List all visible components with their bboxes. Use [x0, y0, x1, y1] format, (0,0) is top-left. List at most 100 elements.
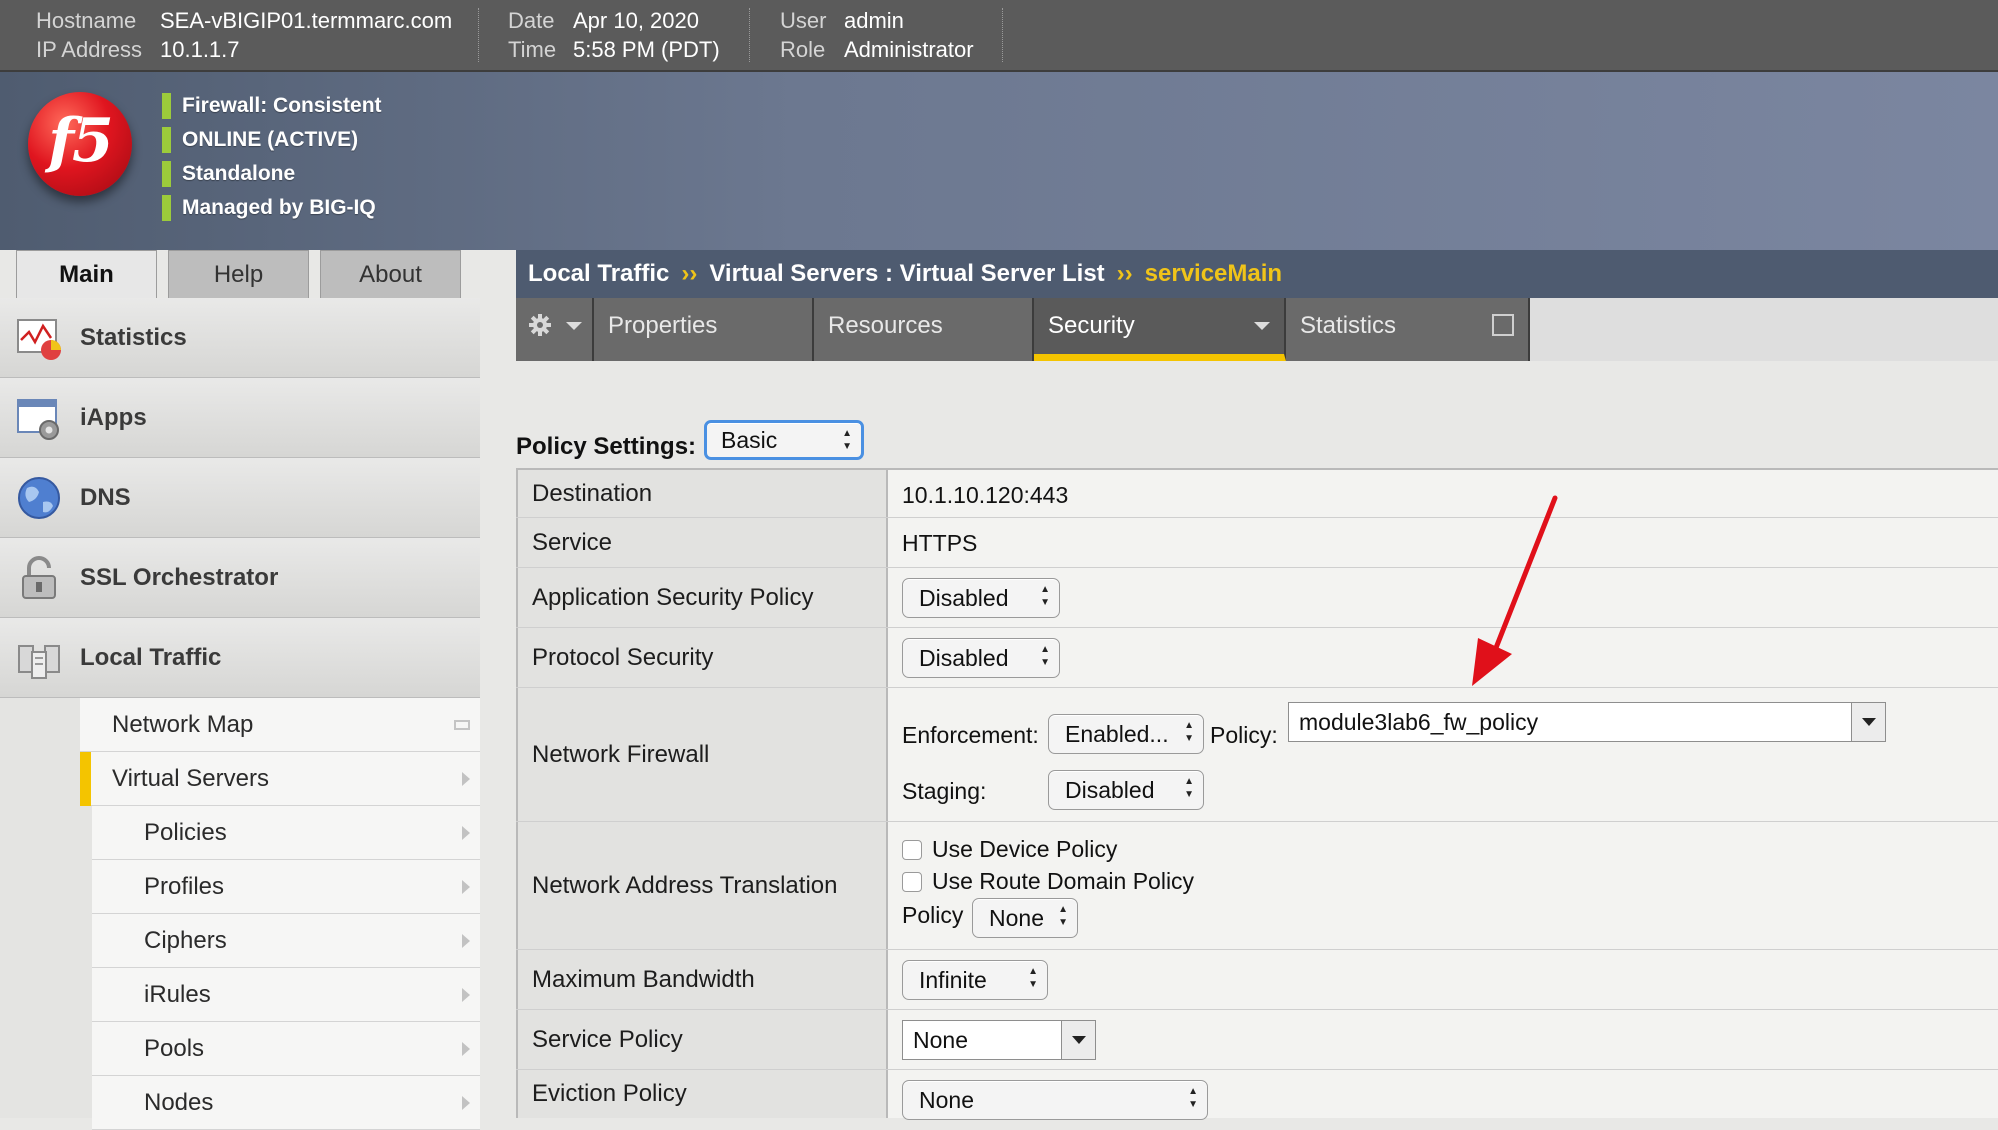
- security-settings-table: Destination 10.1.10.120:443 Service HTTP…: [516, 468, 1998, 1120]
- breadcrumb-local-traffic[interactable]: Local Traffic: [528, 260, 669, 287]
- use-device-policy-checkbox[interactable]: [902, 840, 922, 860]
- service-policy-combobox[interactable]: None: [902, 1020, 1096, 1060]
- role-label: Role: [780, 37, 826, 62]
- use-route-domain-policy-option[interactable]: Use Route Domain Policy: [902, 866, 1194, 896]
- eviction-policy-select[interactable]: None: [902, 1080, 1208, 1120]
- firewall-policy-combobox[interactable]: module3lab6_fw_policy: [1288, 702, 1886, 742]
- row-value-cell: None: [888, 1010, 1998, 1069]
- tab-statistics[interactable]: Statistics: [1286, 298, 1530, 361]
- ip-value: 10.1.1.7: [160, 37, 240, 62]
- maximum-bandwidth-select[interactable]: Infinite: [902, 960, 1048, 1000]
- protocol-security-select[interactable]: Disabled: [902, 638, 1060, 678]
- sidebar-item-irules[interactable]: iRules: [92, 968, 480, 1022]
- sidebar-item-label: Profiles: [144, 873, 225, 900]
- sidebar-item-label: Virtual Servers: [112, 765, 269, 792]
- table-row: Network Firewall Enforcement: Enabled...…: [516, 688, 1998, 822]
- policy-settings-select[interactable]: Basic: [704, 420, 864, 460]
- application-security-policy-select[interactable]: Disabled: [902, 578, 1060, 618]
- chevron-right-icon: [462, 934, 470, 948]
- row-label: Destination: [516, 470, 888, 517]
- breadcrumb-separator: ››: [1116, 260, 1133, 287]
- sidebar-section-ssl-orchestrator[interactable]: SSL Orchestrator: [0, 538, 480, 618]
- tab-help[interactable]: Help: [168, 250, 309, 298]
- sidebar-item-profiles[interactable]: Profiles: [92, 860, 480, 914]
- sidebar-item-label: Policies: [144, 819, 227, 846]
- sidebar-item-policies[interactable]: Policies: [92, 806, 480, 860]
- table-row: Application Security Policy Disabled: [516, 568, 1998, 628]
- gear-menu-button[interactable]: [516, 298, 594, 361]
- tab-security[interactable]: Security: [1034, 298, 1286, 361]
- tab-about[interactable]: About: [320, 250, 461, 298]
- sidebar-item-network-map[interactable]: Network Map: [80, 698, 480, 752]
- status-firewall: Firewall: Consistent: [162, 92, 382, 120]
- sidebar-section-iapps[interactable]: iApps: [0, 378, 480, 458]
- sidebar-item-pools[interactable]: Pools: [92, 1022, 480, 1076]
- status-online: ONLINE (ACTIVE): [162, 126, 358, 154]
- row-label: Network Firewall: [516, 688, 888, 821]
- row-label: Service: [516, 518, 888, 567]
- sidebar-section-local-traffic[interactable]: Local Traffic: [0, 618, 480, 698]
- local-traffic-icon: [18, 645, 60, 679]
- dropdown-arrow-icon[interactable]: [1061, 1021, 1095, 1059]
- service-policy-value: None: [913, 1027, 968, 1053]
- row-label: Network Address Translation: [516, 822, 888, 949]
- row-label: Maximum Bandwidth: [516, 950, 888, 1009]
- table-row: Eviction Policy None: [516, 1070, 1998, 1120]
- tab-label: Statistics: [1300, 312, 1397, 339]
- use-route-domain-policy-checkbox[interactable]: [902, 872, 922, 892]
- row-value-cell: HTTPS: [888, 518, 1998, 567]
- sidebar-item-label: iRules: [144, 981, 211, 1008]
- user-label: User: [780, 8, 827, 33]
- dns-globe-icon: [18, 477, 60, 519]
- f5-logo[interactable]: f5: [28, 92, 132, 196]
- service-value: HTTPS: [902, 530, 978, 556]
- destination-value: 10.1.10.120:443: [902, 482, 1069, 508]
- sidebar-item-label: Network Map: [112, 711, 254, 738]
- sidebar-section-label: Local Traffic: [80, 644, 222, 671]
- sidebar-section-statistics[interactable]: Statistics: [0, 298, 480, 378]
- tab-label: Security: [1048, 312, 1135, 339]
- firewall-policy-value: module3lab6_fw_policy: [1299, 709, 1539, 735]
- hostname-label: Hostname: [36, 8, 137, 33]
- row-value-cell: Infinite: [888, 950, 1998, 1009]
- row-value-cell: Use Device Policy Use Route Domain Polic…: [888, 822, 1998, 949]
- sidebar-item-virtual-servers[interactable]: Virtual Servers: [80, 752, 480, 806]
- chevron-right-icon: [462, 772, 470, 786]
- status-standalone: Standalone: [162, 160, 295, 188]
- tab-resources[interactable]: Resources: [814, 298, 1034, 361]
- row-value-cell: Enforcement: Enabled... Policy: module3l…: [888, 688, 1998, 821]
- nat-policy-label: Policy: [902, 902, 964, 928]
- chevron-right-icon: [462, 988, 470, 1002]
- time-value: 5:58 PM (PDT): [573, 37, 720, 62]
- external-link-icon: [1492, 314, 1514, 336]
- tab-properties[interactable]: Properties: [594, 298, 814, 361]
- use-device-policy-label: Use Device Policy: [932, 836, 1118, 862]
- table-row: Service HTTPS: [516, 518, 1998, 568]
- info-divider: [749, 8, 750, 62]
- sidebar-item-nodes[interactable]: Nodes: [92, 1076, 480, 1130]
- padlock-icon: [22, 556, 56, 599]
- breadcrumb: Local Traffic ›› Virtual Servers : Virtual…: [516, 250, 1998, 298]
- sidebar: Statistics iApps DNS SSL Orchestrator Lo…: [0, 298, 480, 1130]
- chevron-right-icon: [462, 1096, 470, 1110]
- sidebar-item-ciphers[interactable]: Ciphers: [92, 914, 480, 968]
- dropdown-arrow-icon[interactable]: [1851, 703, 1885, 741]
- date-label: Date: [508, 8, 555, 33]
- sidebar-section-dns[interactable]: DNS: [0, 458, 480, 538]
- enforcement-select[interactable]: Enabled...: [1048, 714, 1204, 754]
- chevron-right-icon: [462, 880, 470, 894]
- logo-text: f5: [48, 106, 114, 176]
- breadcrumb-virtual-server-list[interactable]: Virtual Servers : Virtual Server List: [709, 260, 1104, 287]
- staging-select[interactable]: Disabled: [1048, 770, 1204, 810]
- info-divider: [478, 8, 479, 62]
- use-device-policy-option[interactable]: Use Device Policy: [902, 834, 1117, 864]
- sidebar-item-label: Pools: [144, 1035, 205, 1062]
- table-row: Service Policy None: [516, 1010, 1998, 1070]
- use-route-domain-policy-label: Use Route Domain Policy: [932, 868, 1195, 894]
- table-row: Network Address Translation Use Device P…: [516, 822, 1998, 950]
- nat-policy-select[interactable]: None: [972, 898, 1078, 938]
- sidebar-item-label: Ciphers: [144, 927, 227, 954]
- chevron-right-icon: [462, 826, 470, 840]
- user-value: admin: [844, 8, 904, 33]
- tab-main[interactable]: Main: [16, 250, 157, 298]
